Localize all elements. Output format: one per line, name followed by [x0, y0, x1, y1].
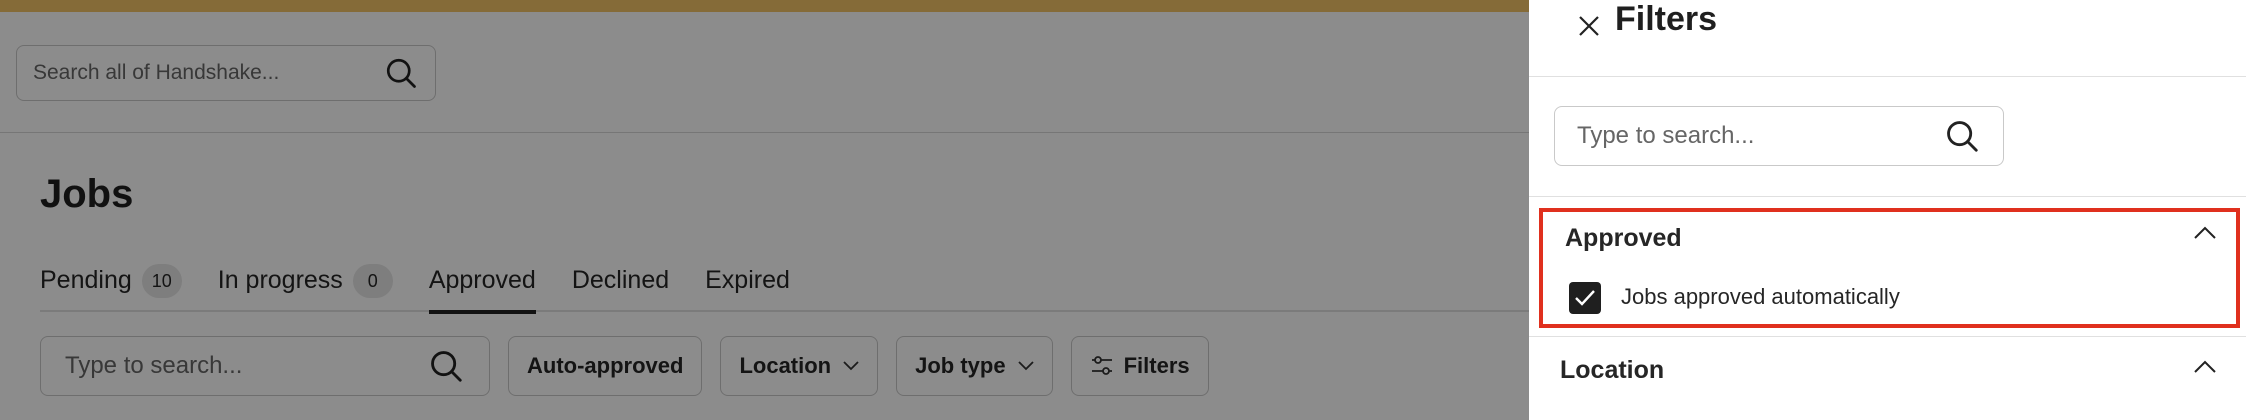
close-button[interactable]: [1569, 6, 1609, 46]
filters-search-placeholder: Type to search...: [1577, 122, 1755, 149]
divider: [1529, 196, 2246, 197]
divider: [1529, 336, 2246, 337]
chevron-up-icon[interactable]: [2194, 360, 2216, 374]
jobs-approved-automatically-label[interactable]: Jobs approved automatically: [1621, 284, 1900, 310]
approved-section-title[interactable]: Approved: [1565, 224, 1682, 253]
checkmark-icon: [1575, 290, 1595, 306]
chevron-up-icon[interactable]: [2194, 226, 2216, 240]
filters-title: Filters: [1615, 0, 1718, 38]
search-icon[interactable]: [1943, 117, 1981, 155]
filters-panel-header: Filters: [1529, 0, 2246, 77]
filters-search-input[interactable]: Type to search...: [1554, 106, 2004, 166]
filters-panel: Filters Type to search... Approved Jobs …: [1529, 0, 2246, 420]
location-section-title[interactable]: Location: [1560, 356, 1664, 385]
close-icon: [1579, 16, 1599, 36]
approved-filter-section: Approved Jobs approved automatically: [1539, 208, 2240, 328]
jobs-approved-automatically-checkbox[interactable]: [1569, 282, 1601, 314]
